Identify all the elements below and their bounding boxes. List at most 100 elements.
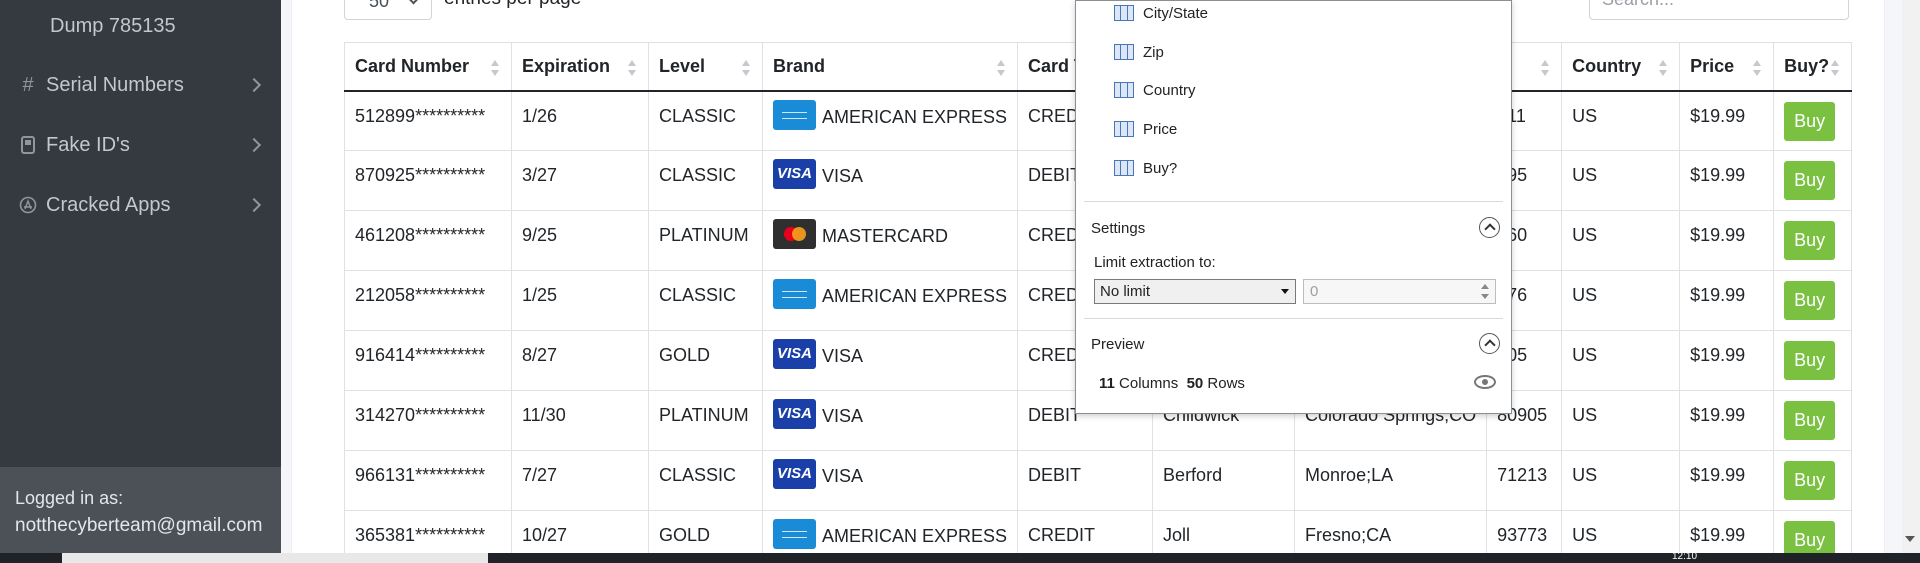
buy-button[interactable]: Buy xyxy=(1784,281,1836,320)
column-header-country[interactable]: Country xyxy=(1561,42,1681,92)
country-cell: US xyxy=(1561,270,1681,331)
chevron-right-icon xyxy=(246,197,262,213)
column-header-expiration[interactable]: Expiration xyxy=(511,42,649,92)
amex-logo-icon xyxy=(773,99,816,130)
country-cell: US xyxy=(1561,390,1681,451)
spin-up-icon[interactable] xyxy=(1481,284,1489,289)
country-cell: US xyxy=(1561,330,1681,391)
visa-logo-icon: VISA xyxy=(773,399,816,429)
visa-logo-icon: VISA xyxy=(773,159,816,189)
taskbar-clock: 12:10 xyxy=(1672,551,1698,562)
extraction-panel: City/State Zip Country Price Buy? Settin… xyxy=(1075,0,1512,414)
buy-cell: Buy xyxy=(1773,90,1853,151)
sidebar-item-fake-ids[interactable]: Fake ID's xyxy=(0,123,281,167)
buy-button[interactable]: Buy xyxy=(1784,161,1836,200)
taskbar: 12:10 xyxy=(0,551,1920,563)
amex-logo-icon xyxy=(773,519,816,549)
settings-title: Settings xyxy=(1091,220,1146,237)
buy-cell: Buy xyxy=(1773,210,1853,271)
preview-title: Preview xyxy=(1091,336,1145,353)
card-type-cell: DEBIT xyxy=(1017,450,1154,511)
column-header-brand[interactable]: Brand xyxy=(762,42,1019,92)
brand-cell: MASTERCARD xyxy=(762,210,1019,271)
taskbar-search[interactable] xyxy=(62,553,488,563)
collapse-preview-icon[interactable] xyxy=(1479,333,1500,354)
search-input[interactable]: Search... xyxy=(1589,0,1849,20)
card-number-cell: 870925********** xyxy=(344,150,512,211)
price-cell: $19.99 xyxy=(1679,330,1775,391)
card-number-cell: 966131********** xyxy=(344,450,512,511)
entries-per-page-select[interactable]: 50 xyxy=(344,0,432,20)
sidebar-item-label: Serial Numbers xyxy=(46,73,184,96)
user-email[interactable]: notthecyberteam@gmail.com xyxy=(15,512,281,540)
sort-icon xyxy=(1659,60,1668,76)
collapse-settings-icon[interactable] xyxy=(1479,217,1500,238)
limit-number-input[interactable]: 0 xyxy=(1303,279,1496,304)
level-cell: CLASSIC xyxy=(648,270,763,331)
buy-button[interactable]: Buy xyxy=(1784,221,1836,260)
price-cell: $19.99 xyxy=(1679,210,1775,271)
sort-icon xyxy=(1831,60,1840,76)
buy-button[interactable]: Buy xyxy=(1784,101,1836,141)
column-option-price[interactable]: Price xyxy=(1114,118,1177,140)
column-option-buy[interactable]: Buy? xyxy=(1114,157,1177,179)
card-number-cell: 212058********** xyxy=(344,270,512,331)
sidebar: Dump 785135 # Serial Numbers Fake ID's C… xyxy=(0,0,281,553)
buy-cell: Buy xyxy=(1773,390,1853,451)
sidebar-item-dump[interactable]: Dump 785135 xyxy=(0,4,281,48)
card-number-cell: 461208********** xyxy=(344,210,512,271)
spin-down-icon[interactable] xyxy=(1481,294,1489,299)
card-number-cell: 512899********** xyxy=(344,90,512,151)
preview-summary: 11 Columns 50 Rows xyxy=(1099,375,1245,392)
expiration-cell: 8/27 xyxy=(511,330,649,391)
column-header-price[interactable]: Price xyxy=(1679,42,1775,92)
price-cell: $19.99 xyxy=(1679,450,1775,511)
expiration-cell: 3/27 xyxy=(511,150,649,211)
sidebar-item-serial-numbers[interactable]: # Serial Numbers xyxy=(0,63,281,107)
price-cell: $19.99 xyxy=(1679,150,1775,211)
eye-icon[interactable] xyxy=(1474,375,1496,389)
sort-icon xyxy=(1541,60,1550,76)
country-cell: US xyxy=(1561,90,1681,151)
logged-in-label: Logged in as: xyxy=(15,488,124,508)
buy-button[interactable]: Buy xyxy=(1784,341,1836,380)
column-header-buy[interactable]: Buy? xyxy=(1773,42,1853,92)
brand-cell: VISA VISA xyxy=(762,450,1019,511)
sort-icon xyxy=(491,60,499,76)
buy-button[interactable]: Buy xyxy=(1784,401,1836,440)
scrollbar[interactable] xyxy=(1902,0,1920,553)
table-column-icon xyxy=(1114,44,1134,60)
visa-logo-icon: VISA xyxy=(773,339,816,369)
level-cell: CLASSIC xyxy=(648,150,763,211)
mastercard-logo-icon xyxy=(773,219,816,249)
limit-extraction-select[interactable]: No limit xyxy=(1094,279,1296,304)
column-header-card-number[interactable]: Card Number xyxy=(344,42,512,92)
column-option-country[interactable]: Country xyxy=(1114,79,1196,101)
country-cell: US xyxy=(1561,450,1681,511)
level-cell: PLATINUM xyxy=(648,390,763,451)
name-cell: Berford xyxy=(1152,450,1296,511)
sort-icon xyxy=(997,60,1006,76)
level-cell: CLASSIC xyxy=(648,450,763,511)
sort-icon xyxy=(742,60,750,76)
level-cell: GOLD xyxy=(648,330,763,391)
column-option-zip[interactable]: Zip xyxy=(1114,41,1164,63)
expiration-cell: 7/27 xyxy=(511,450,649,511)
chevron-down-icon xyxy=(408,0,419,5)
brand-cell: VISA VISA xyxy=(762,390,1019,451)
chevron-right-icon xyxy=(246,137,262,153)
sidebar-item-cracked-apps[interactable]: Cracked Apps xyxy=(0,183,281,227)
scroll-down-icon[interactable] xyxy=(1905,536,1915,542)
price-cell: $19.99 xyxy=(1679,270,1775,331)
column-option-city-state[interactable]: City/State xyxy=(1114,2,1208,24)
table-column-icon xyxy=(1114,160,1134,176)
buy-button[interactable]: Buy xyxy=(1784,461,1836,500)
country-cell: US xyxy=(1561,210,1681,271)
table-column-icon xyxy=(1114,82,1134,98)
column-header-level[interactable]: Level xyxy=(648,42,763,92)
id-card-icon xyxy=(19,134,37,156)
card-number-cell: 314270********** xyxy=(344,390,512,451)
table-column-icon xyxy=(1114,121,1134,137)
table-column-icon xyxy=(1114,5,1134,21)
divider xyxy=(1084,318,1503,319)
